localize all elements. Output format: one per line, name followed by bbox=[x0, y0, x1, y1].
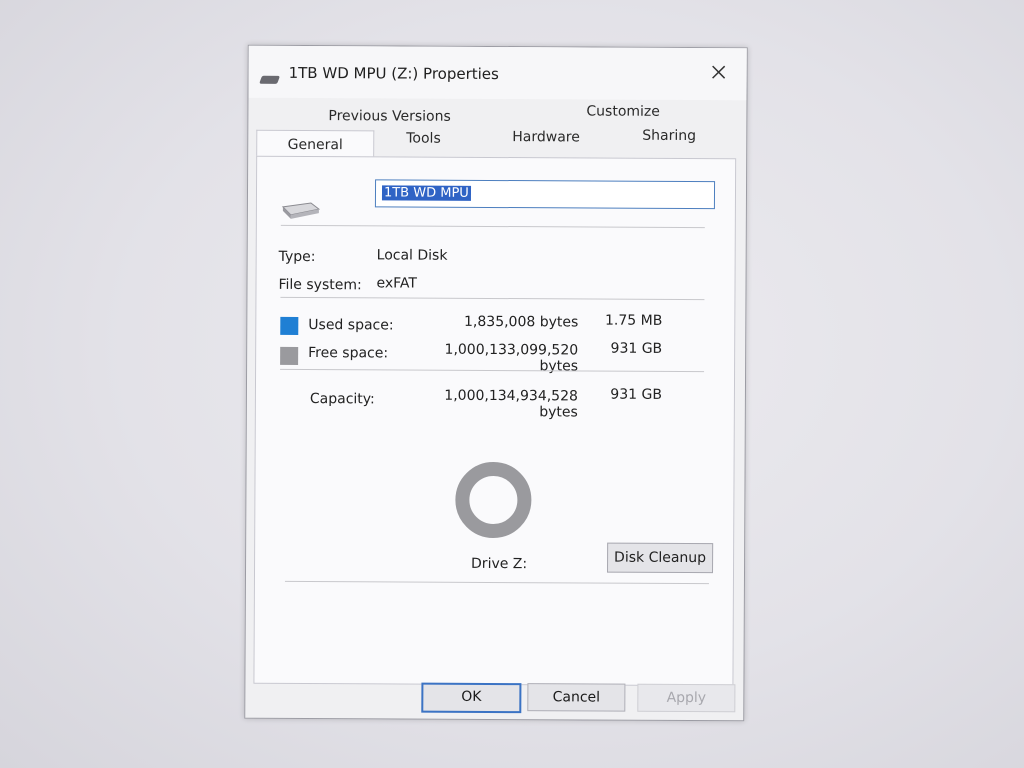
type-label: Type: bbox=[278, 248, 316, 266]
disk-usage-donut bbox=[455, 461, 532, 538]
free-space-swatch bbox=[280, 346, 299, 365]
tab-customize[interactable]: Customize bbox=[586, 103, 660, 119]
tab-strip: Previous Versions Customize General Tool… bbox=[256, 100, 740, 160]
file-system-label: File system: bbox=[278, 276, 362, 294]
title-bar[interactable]: 1TB WD MPU (Z:) Properties bbox=[248, 45, 747, 101]
used-space-bytes: 1,835,008 bytes bbox=[463, 313, 579, 331]
window-title: 1TB WD MPU (Z:) Properties bbox=[288, 63, 499, 84]
capacity-size: 931 GB bbox=[610, 386, 662, 403]
general-panel: 1TB WD MPU Type: Local Disk File system:… bbox=[253, 155, 737, 687]
tab-previous-versions[interactable]: Previous Versions bbox=[328, 108, 450, 125]
divider bbox=[280, 224, 705, 229]
close-icon bbox=[712, 65, 726, 79]
free-space-ring bbox=[455, 461, 532, 538]
free-space-size: 931 GB bbox=[610, 340, 663, 357]
free-space-label: Free space: bbox=[308, 345, 389, 362]
close-button[interactable] bbox=[705, 58, 733, 86]
drive-name-input[interactable]: 1TB WD MPU bbox=[374, 179, 716, 210]
properties-dialog: 1TB WD MPU (Z:) Properties Previous Vers… bbox=[244, 44, 748, 722]
divider bbox=[280, 296, 705, 301]
used-space-swatch bbox=[280, 316, 299, 335]
cancel-button[interactable]: Cancel bbox=[527, 683, 626, 712]
drive-icon bbox=[281, 202, 321, 219]
drive-letter-label: Drive Z: bbox=[471, 555, 528, 573]
tab-sharing[interactable]: Sharing bbox=[642, 128, 696, 144]
disk-cleanup-button[interactable]: Disk Cleanup bbox=[607, 542, 714, 574]
capacity-bytes: 1,000,134,934,528 bytes bbox=[444, 387, 578, 421]
ok-button[interactable]: OK bbox=[421, 682, 522, 714]
drive-name-selected-text: 1TB WD MPU bbox=[381, 185, 471, 201]
used-space-label: Used space: bbox=[308, 317, 394, 334]
drive-icon bbox=[259, 75, 281, 84]
type-value: Local Disk bbox=[376, 247, 448, 264]
tab-tools[interactable]: Tools bbox=[406, 131, 441, 147]
file-system-value: exFAT bbox=[376, 275, 418, 292]
capacity-label: Capacity: bbox=[309, 391, 375, 408]
divider bbox=[284, 580, 709, 585]
apply-button[interactable]: Apply bbox=[637, 683, 736, 713]
tab-hardware[interactable]: Hardware bbox=[512, 129, 580, 145]
used-space-size: 1.75 MB bbox=[604, 312, 663, 329]
